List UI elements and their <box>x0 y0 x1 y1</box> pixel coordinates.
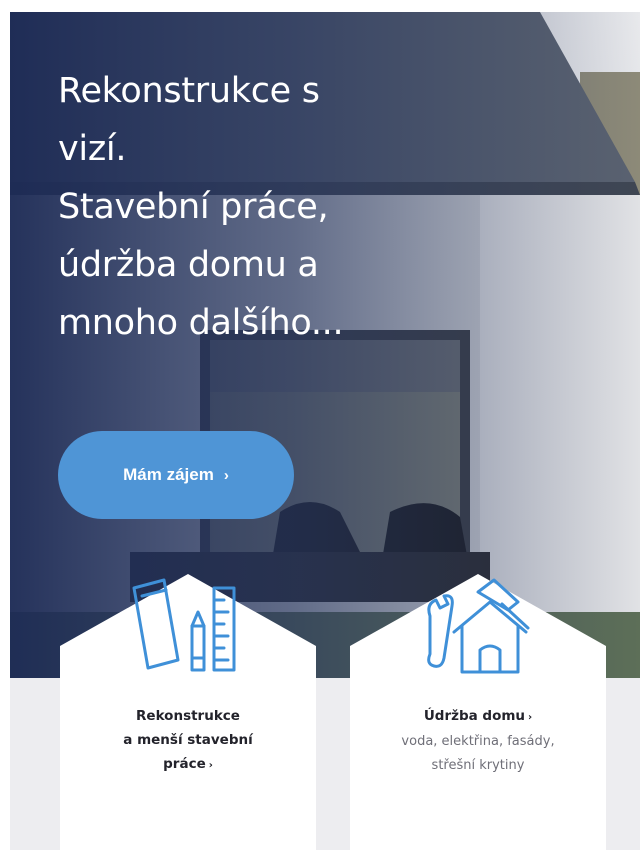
service-card-maintenance[interactable]: Údržba domu › voda, elektřina, fasády, st… <box>350 574 606 850</box>
tools-ruler-icon <box>132 578 236 672</box>
headline-line: vizí. <box>58 129 127 169</box>
headline-line: Rekonstrukce s <box>58 71 320 111</box>
interest-button-label: Mám zájem <box>123 465 214 484</box>
chevron-right-icon: › <box>223 466 229 484</box>
service-subtitle-line: střešní krytiny <box>431 758 525 773</box>
service-title-text: práce <box>163 756 206 772</box>
service-title-text: Údržba domu <box>423 708 526 724</box>
headline-line: mnoho dalšího... <box>58 303 344 343</box>
house-wrench-icon <box>427 578 530 674</box>
service-title-line: Rekonstrukce <box>136 708 240 724</box>
service-card-renovation[interactable]: Rekonstrukce a menší stavební práce › <box>60 574 316 850</box>
service-subtitle-line: voda, elektřina, fasády, <box>401 734 555 749</box>
service-title-line: práce › <box>60 752 316 778</box>
chevron-right-icon: › <box>208 760 213 771</box>
service-title-line: Údržba domu › <box>350 704 606 730</box>
service-card-text: Údržba domu › voda, elektřina, fasády, st… <box>350 704 606 778</box>
headline-line: Stavební práce, <box>58 187 329 227</box>
service-title-line: a menší stavební <box>123 732 253 748</box>
headline-line: údržba domu a <box>58 245 319 285</box>
service-card-text: Rekonstrukce a menší stavební práce › <box>60 704 316 778</box>
chevron-right-icon: › <box>528 712 533 723</box>
interest-button[interactable]: Mám zájem › <box>58 431 294 519</box>
hero-headline: Rekonstrukce s vizí. Stavební práce, údr… <box>58 62 438 352</box>
